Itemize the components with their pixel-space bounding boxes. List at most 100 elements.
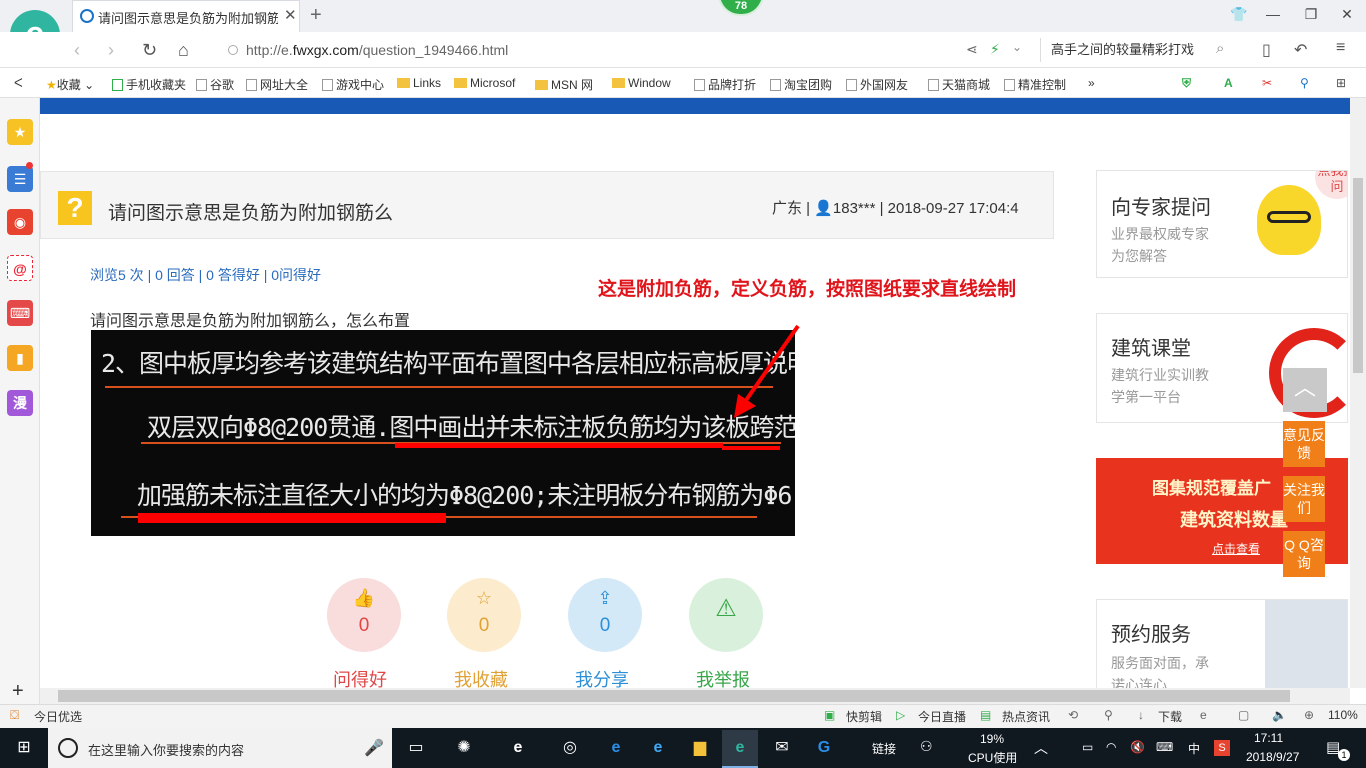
bookmark-taobao[interactable]: 淘宝团购 (770, 76, 832, 93)
edge-icon[interactable]: e (604, 736, 628, 760)
mute-icon[interactable]: 🔇 (1130, 740, 1145, 754)
search-input[interactable]: 高手之间的较量精彩打戏 (1040, 38, 1240, 62)
magnifier-icon[interactable]: ⚲ (1300, 76, 1309, 90)
email-icon[interactable]: @ (7, 255, 33, 281)
fan-app-icon[interactable]: ✺ (452, 736, 476, 760)
status-news[interactable]: 热点资讯 (1002, 708, 1050, 725)
service-card[interactable]: 预约服务 服务面对面，承 诺心连心 (1096, 599, 1348, 688)
people-icon[interactable]: ⚇ (920, 738, 933, 755)
ask-expert-card[interactable]: 向专家提问 业界最权威专家 为您解答 点我提问 (1096, 170, 1348, 278)
home-icon[interactable]: ⌂ (178, 40, 189, 61)
comic-icon[interactable]: 漫 (7, 390, 33, 416)
news-icon[interactable]: ☰ (7, 166, 33, 192)
tab-title[interactable]: 请问图示意思是负筋为附加钢筋么 (98, 8, 278, 27)
cad-drawing-image[interactable]: 2、图中板厚均参考该建筑结构平面布置图中各层相应标高板厚说明.本图中板钢筋均为 … (91, 330, 795, 536)
undo-icon[interactable]: ↶ (1294, 40, 1307, 60)
game-icon[interactable]: ⌨ (7, 300, 33, 326)
report-button[interactable]: ⚠ (689, 578, 763, 652)
zoom-icon[interactable]: ⊕ (1304, 708, 1314, 722)
back-to-top-icon[interactable]: ︿ (1283, 368, 1327, 412)
question-stats[interactable]: 浏览5 次 | 0 回答 | 0 答得好 | 0问得好 (90, 265, 321, 285)
feedback-button[interactable]: 意见反馈 (1283, 421, 1325, 467)
bookmark-precise[interactable]: 精准控制 (1004, 76, 1066, 93)
wifi-icon[interactable]: ◠ (1106, 740, 1116, 754)
app-swirl-icon[interactable]: ◎ (558, 736, 582, 760)
tray-link[interactable]: 链接 (872, 740, 896, 757)
close-window-icon[interactable]: ✕ (1338, 6, 1356, 24)
vertical-scroll-thumb[interactable] (1353, 178, 1363, 373)
new-tab-icon[interactable]: + (310, 4, 322, 27)
search-icon[interactable]: ⌕ (1216, 40, 1224, 57)
status-download[interactable]: 下载 (1158, 708, 1182, 725)
bookmark-microsoft[interactable]: Microsof (454, 76, 515, 90)
bookmark-tmall[interactable]: 天猫商城 (928, 76, 990, 93)
speed-icon[interactable]: ⟲ (1068, 708, 1078, 722)
status-clip[interactable]: 快剪辑 (846, 708, 882, 725)
book-icon[interactable]: ▮ (7, 345, 33, 371)
phone-icon[interactable]: ▯ (1262, 40, 1271, 60)
share-button[interactable]: ⇪ 0 (568, 578, 642, 652)
horizontal-scroll-thumb[interactable] (58, 690, 1290, 702)
active-browser-icon[interactable]: e (728, 736, 752, 760)
ie-mode-icon[interactable]: e (1200, 708, 1207, 722)
bookmark-games[interactable]: 游戏中心 (322, 76, 384, 93)
translate-icon[interactable]: A (1224, 76, 1233, 90)
cpu-usage[interactable]: 19% (980, 732, 1004, 746)
status-live[interactable]: 今日直播 (918, 708, 966, 725)
battery-icon[interactable]: ▭ (1082, 740, 1093, 754)
browser-2345-icon[interactable]: e (506, 736, 530, 760)
restore-icon[interactable]: ❐ (1302, 6, 1320, 24)
like-button[interactable]: 👍 0 (327, 578, 401, 652)
share-page-icon[interactable]: ⋖ (966, 41, 978, 58)
forward-icon[interactable]: › (108, 40, 114, 61)
follow-button[interactable]: 关注我们 (1283, 476, 1325, 522)
file-explorer-icon[interactable]: ▆ (688, 736, 712, 760)
minimize-icon[interactable]: — (1264, 6, 1282, 24)
url-field[interactable]: http://e.fwxgx.com/question_1949466.html (224, 38, 956, 62)
ask-bubble[interactable]: 点我提问 (1315, 171, 1347, 199)
bookmarks-collapse-icon[interactable]: ᐸ (14, 76, 23, 90)
bookmark-brand[interactable]: 品牌打折 (694, 76, 756, 93)
sogou-icon[interactable]: S (1214, 740, 1230, 756)
bookmark-links[interactable]: Links (397, 76, 441, 90)
bookmark-sites[interactable]: 网址大全 (246, 76, 308, 93)
weibo-icon[interactable]: ◉ (7, 209, 33, 235)
favorites-star-icon[interactable]: ★ (7, 119, 33, 145)
volume-icon[interactable]: 🔈 (1272, 708, 1287, 722)
scissors-icon[interactable]: ✂ (1262, 76, 1272, 90)
pin-icon[interactable]: ⚲ (1104, 708, 1113, 722)
task-view-icon[interactable]: ▭ (404, 736, 428, 760)
bookmarks-more[interactable]: » (1088, 76, 1095, 90)
tray-expand-icon[interactable]: ︿ (1034, 738, 1048, 758)
bookmark-google[interactable]: 谷歌 (196, 76, 234, 93)
banner-link[interactable]: 点击查看 (1212, 540, 1260, 557)
bookmark-foreign[interactable]: 外国网友 (846, 76, 908, 93)
clock-date[interactable]: 2018/9/27 (1246, 750, 1299, 764)
bookmark-msn[interactable]: MSN 网 (535, 76, 593, 93)
tab-close-icon[interactable]: ✕ (284, 6, 297, 24)
ie-icon[interactable]: e (646, 736, 670, 760)
shirt-icon[interactable]: 👕 (1230, 6, 1248, 24)
menu-icon[interactable]: ≡ (1336, 39, 1345, 57)
zoom-level[interactable]: 110% (1328, 708, 1358, 722)
chevron-down-icon[interactable]: ⌄ (1012, 40, 1022, 54)
bookmark-favorites[interactable]: ★收藏 ⌄ (46, 76, 94, 93)
ime-indicator[interactable]: 中 (1188, 740, 1200, 757)
refresh-icon[interactable]: ↻ (142, 40, 157, 61)
mail-icon[interactable]: ✉ (770, 736, 794, 760)
bookmark-windows[interactable]: Window (612, 76, 671, 90)
qq-button[interactable]: Q Q咨询 (1283, 531, 1325, 577)
shield-icon[interactable]: ⛨ (1182, 76, 1191, 91)
daily-picks-link[interactable]: 今日优选 (34, 708, 82, 725)
bookmark-mobile[interactable]: 手机收藏夹 (112, 76, 186, 93)
apps-grid-icon[interactable]: ⊞ (1336, 76, 1346, 90)
keyboard-icon[interactable]: ⌨ (1156, 740, 1173, 754)
add-sidebar-icon[interactable]: + (12, 680, 24, 703)
g-app-icon[interactable]: G (812, 736, 836, 760)
favorite-button[interactable]: ☆ 0 (447, 578, 521, 652)
back-icon[interactable]: ‹ (74, 40, 80, 61)
speed-mode-icon[interactable]: ⚡ (990, 41, 1000, 58)
windows-start-icon[interactable]: ⊞ (12, 736, 36, 760)
microphone-icon[interactable]: 🎤 (364, 738, 384, 758)
clock-time[interactable]: 17:11 (1254, 731, 1283, 745)
